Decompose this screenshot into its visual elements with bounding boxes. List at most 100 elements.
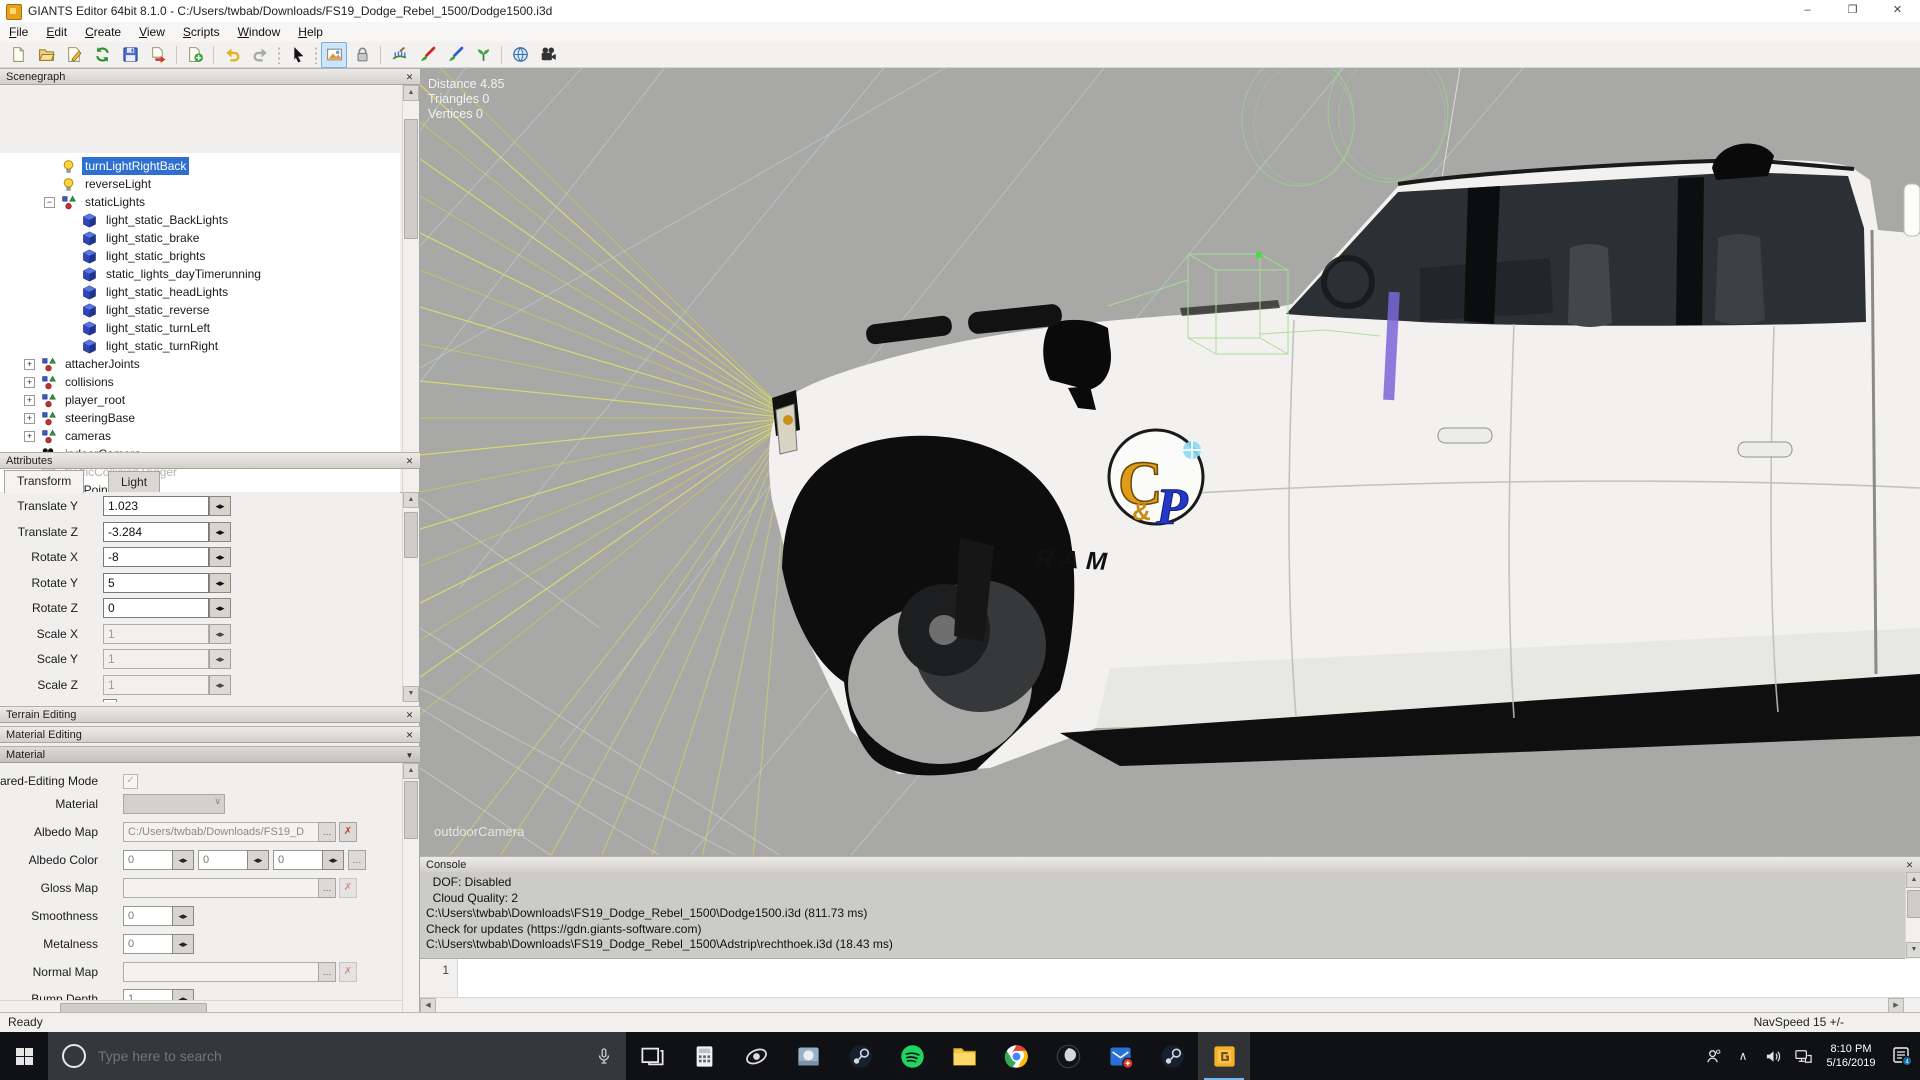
clock[interactable]: 8:10 PM 5/16/2019 <box>1818 1042 1884 1070</box>
maximize-button[interactable]: ❐ <box>1830 0 1875 22</box>
taskbar-app-obs-studio[interactable] <box>1042 1032 1094 1080</box>
material-editing-close-icon[interactable]: ✕ <box>403 729 416 742</box>
attr-spinner[interactable]: ◂▸ <box>209 649 231 669</box>
tree-item-light_static_turnLeft[interactable]: light_static_turnLeft <box>0 319 400 337</box>
menu-help[interactable]: Help <box>289 22 332 42</box>
attr-input-rotate-z[interactable]: 0 <box>103 598 209 618</box>
action-center-icon[interactable]: 4 <box>1884 1032 1920 1080</box>
menu-file[interactable]: File <box>0 22 37 42</box>
frame-view-button[interactable] <box>321 42 347 68</box>
number-spinner[interactable]: ◂▸ <box>172 906 194 926</box>
tree-item-turnLightRightBack[interactable]: turnLightRightBack <box>0 157 400 175</box>
import-file-button[interactable] <box>61 42 87 68</box>
browse-button[interactable]: … <box>318 962 336 982</box>
number-input[interactable]: 0 <box>123 934 175 954</box>
people-icon[interactable] <box>1698 1032 1728 1080</box>
undo-button[interactable] <box>219 42 245 68</box>
tree-item-reverseLight[interactable]: reverseLight <box>0 175 400 193</box>
taskbar-app-task-view[interactable] <box>626 1032 678 1080</box>
terrain-paint-button[interactable] <box>414 42 440 68</box>
tree-item-static_lights_dayTimerunning[interactable]: static_lights_dayTimerunning <box>0 265 400 283</box>
menu-create[interactable]: Create <box>76 22 130 42</box>
color-picker-button[interactable]: … <box>348 850 366 870</box>
taskbar-search[interactable] <box>48 1032 626 1080</box>
attr-input-rotate-x[interactable]: -8 <box>103 547 209 567</box>
new-file-button[interactable] <box>5 42 31 68</box>
taskbar-app-file-explorer[interactable] <box>938 1032 990 1080</box>
attr-input-translate-z[interactable]: -3.284 <box>103 522 209 542</box>
color-component-input[interactable]: 0 <box>198 850 250 870</box>
taskbar-app-steam[interactable] <box>834 1032 886 1080</box>
tab-transform[interactable]: Transform <box>4 470 84 493</box>
export-button[interactable] <box>145 42 171 68</box>
save-button[interactable] <box>117 42 143 68</box>
attr-spinner[interactable]: ◂▸ <box>209 573 231 593</box>
taskbar-app-spotify[interactable] <box>886 1032 938 1080</box>
tree-item-light_static_turnRight[interactable]: light_static_turnRight <box>0 337 400 355</box>
attr-input-scale-y[interactable]: 1 <box>103 649 209 669</box>
color-spinner[interactable]: ◂▸ <box>172 850 194 870</box>
taskbar-app-giants-editor[interactable] <box>1198 1032 1250 1080</box>
taskbar-app-photos[interactable] <box>782 1032 834 1080</box>
clear-button[interactable]: ✗ <box>339 878 357 898</box>
console-close-icon[interactable]: ✕ <box>1903 859 1916 872</box>
scenegraph-close-icon[interactable]: ✕ <box>403 71 416 84</box>
material-section-arrow-icon[interactable]: ▼ <box>403 749 416 762</box>
attr-spinner[interactable]: ◂▸ <box>209 598 231 618</box>
menu-scripts[interactable]: Scripts <box>174 22 229 42</box>
tree-item-player_root[interactable]: +player_root <box>0 391 400 409</box>
attr-input-translate-y[interactable]: 1.023 <box>103 496 209 516</box>
tree-item-light_static_brake[interactable]: light_static_brake <box>0 229 400 247</box>
color-spinner[interactable]: ◂▸ <box>322 850 344 870</box>
clear-button[interactable]: ✗ <box>339 962 357 982</box>
microphone-icon[interactable] <box>594 1046 614 1066</box>
viewport-3d[interactable]: RAM C & P <box>420 68 1920 855</box>
hidden-icons-chevron[interactable]: ∧ <box>1728 1032 1758 1080</box>
tree-expander-minus-icon[interactable]: − <box>44 197 55 208</box>
camera-tool-button[interactable] <box>535 42 561 68</box>
taskbar-app-steam-2[interactable] <box>1146 1032 1198 1080</box>
attr-spinner[interactable]: ◂▸ <box>209 547 231 567</box>
redo-button[interactable] <box>247 42 273 68</box>
render-settings-button[interactable] <box>507 42 533 68</box>
attributes-scrollbar[interactable]: ▲ ▼ <box>402 492 419 702</box>
color-component-input[interactable]: 0 <box>273 850 325 870</box>
tree-item-staticLights[interactable]: −staticLights <box>0 193 400 211</box>
search-input[interactable] <box>96 1047 594 1065</box>
tree-expander-plus-icon[interactable]: + <box>24 377 35 388</box>
open-file-button[interactable] <box>33 42 59 68</box>
color-spinner[interactable]: ◂▸ <box>247 850 269 870</box>
tree-item-steeringBase[interactable]: +steeringBase <box>0 409 400 427</box>
browse-button[interactable]: … <box>318 822 336 842</box>
terrain-sculpt-button[interactable] <box>386 42 412 68</box>
console-horizontal-scrollbar[interactable]: ◀ ▶ <box>420 997 1920 1013</box>
volume-icon[interactable] <box>1758 1032 1788 1080</box>
file-input[interactable] <box>123 962 321 982</box>
attr-spinner[interactable]: ◂▸ <box>209 675 231 695</box>
lock-tool-button[interactable] <box>349 42 375 68</box>
attr-input-scale-z[interactable]: 1 <box>103 675 209 695</box>
attr-input-scale-x[interactable]: 1 <box>103 624 209 644</box>
shared-editing-checkbox[interactable]: ✓ <box>123 774 138 789</box>
select-tool-button[interactable] <box>284 42 310 68</box>
console-command-area[interactable]: 1 <box>420 959 1920 997</box>
close-button[interactable]: ✕ <box>1875 0 1920 22</box>
tree-item-cameras[interactable]: +cameras <box>0 427 400 445</box>
taskbar-app-mail[interactable] <box>1094 1032 1146 1080</box>
clear-button[interactable]: ✗ <box>339 822 357 842</box>
attr-spinner[interactable]: ◂▸ <box>209 624 231 644</box>
menu-view[interactable]: View <box>130 22 174 42</box>
attr-spinner[interactable]: ◂▸ <box>209 496 231 516</box>
truck-model[interactable]: RAM C & P <box>769 144 1920 776</box>
left-horizontal-scrollbar[interactable] <box>0 1000 402 1012</box>
minimize-button[interactable]: – <box>1785 0 1830 22</box>
tree-expander-plus-icon[interactable]: + <box>24 431 35 442</box>
network-icon[interactable] <box>1788 1032 1818 1080</box>
tree-item-light_static_BackLights[interactable]: light_static_BackLights <box>0 211 400 229</box>
foliage-paint-button[interactable] <box>470 42 496 68</box>
file-input[interactable]: C:/Users/twbab/Downloads/FS19_D <box>123 822 321 842</box>
number-spinner[interactable]: ◂▸ <box>172 934 194 954</box>
menu-edit[interactable]: Edit <box>37 22 76 42</box>
browse-button[interactable]: … <box>318 878 336 898</box>
start-button[interactable] <box>0 1032 48 1080</box>
